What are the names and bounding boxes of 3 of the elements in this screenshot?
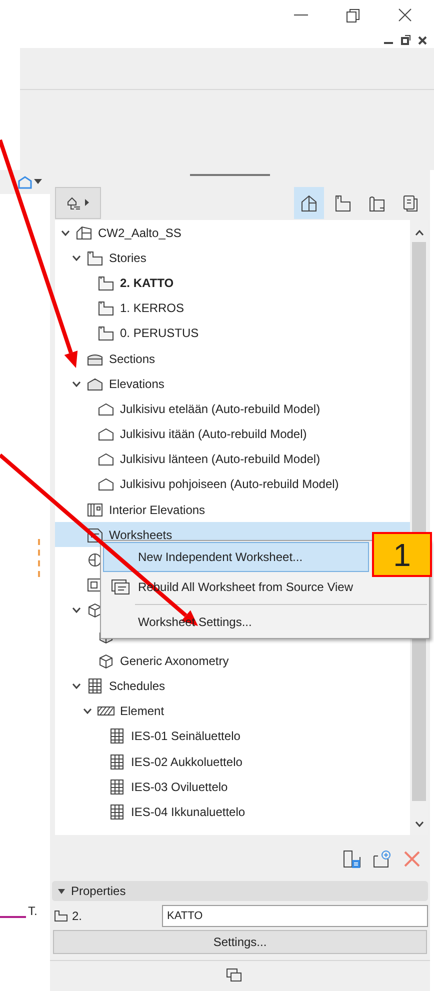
step-badge: 1	[372, 532, 432, 577]
mark-text: T.	[28, 904, 38, 918]
story-number: 2.	[72, 908, 84, 925]
